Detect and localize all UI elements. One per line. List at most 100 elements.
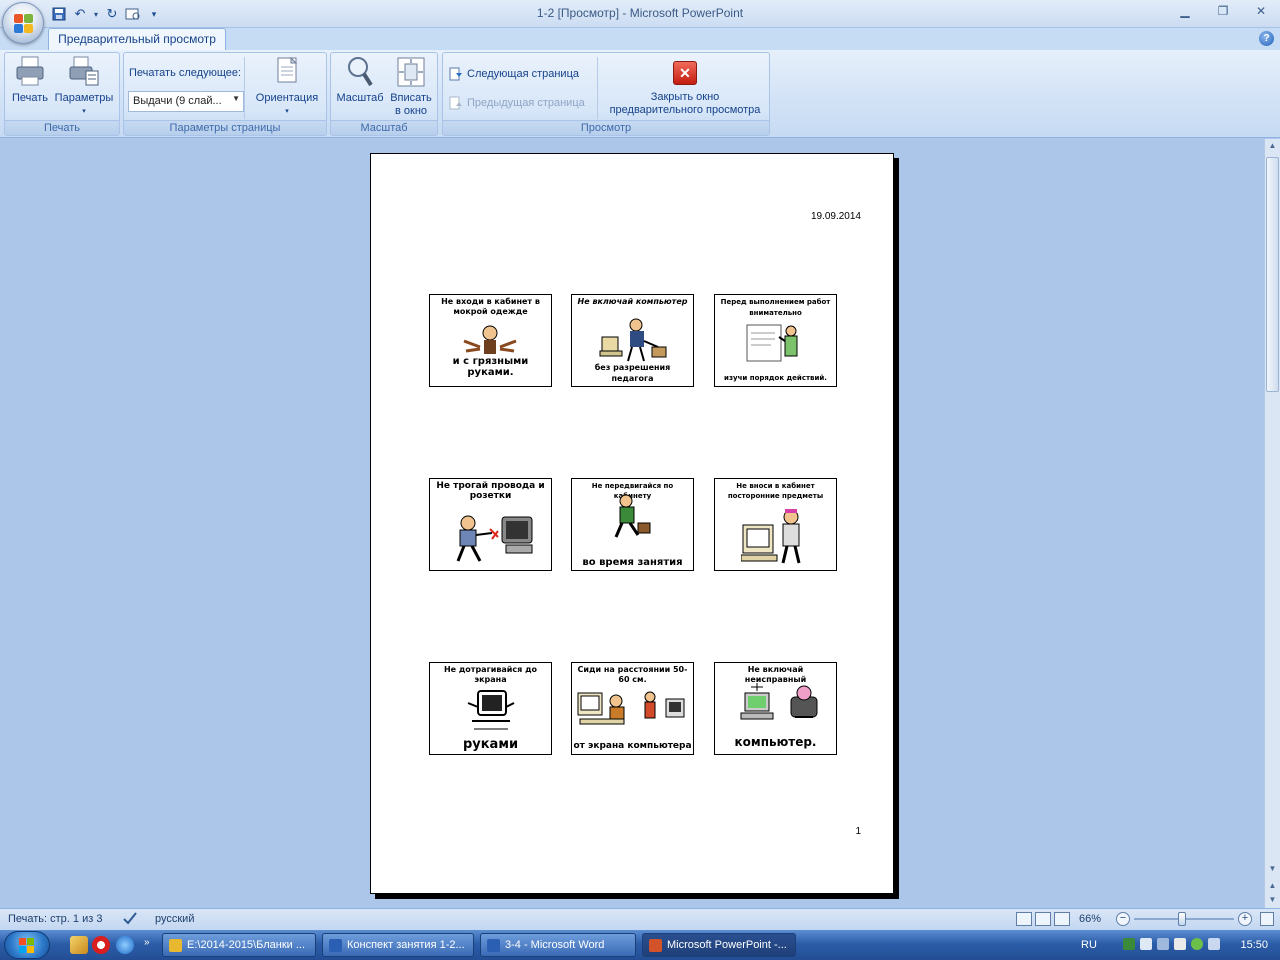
print-what-label: Печатать следующее: xyxy=(129,67,241,79)
printer-icon xyxy=(14,55,46,89)
group-page-setup-label: Параметры страницы xyxy=(124,120,326,135)
taskbar-item-powerpoint[interactable]: Microsoft PowerPoint -... xyxy=(642,933,796,957)
preview-area[interactable]: 19.09.2014 Не входи в кабинет в мокрой о… xyxy=(0,139,1264,908)
next-page-button[interactable]: Следующая страница xyxy=(449,67,579,81)
printer-settings-icon xyxy=(68,55,100,89)
slide-illustration xyxy=(741,509,801,564)
orientation-icon xyxy=(271,55,303,89)
fit-window-label-1: Вписать xyxy=(390,92,432,104)
ribbon-tab-row: Предварительный просмотр ? xyxy=(0,28,1280,50)
slide-sorter-icon[interactable] xyxy=(1035,912,1051,926)
handout-slide-8: Сиди на расстоянии 50-60 см. от экрана к… xyxy=(571,662,694,755)
slide-caption: без разрешения педагога xyxy=(594,363,671,383)
group-zoom: Масштаб Вписать в окно Масштаб xyxy=(330,52,438,136)
prev-page-button[interactable]: Предыдущая страница xyxy=(449,96,585,110)
zoom-slider[interactable]: − + xyxy=(1116,912,1252,926)
vertical-scrollbar[interactable]: ▲ ▼ ▲ ▼ xyxy=(1264,139,1280,908)
slide-title: Не входи в кабинет в мокрой одежде xyxy=(441,297,540,316)
separator xyxy=(597,57,598,119)
word-icon xyxy=(329,939,342,952)
slide-illustration xyxy=(463,325,517,354)
restore-icon[interactable]: ❐ xyxy=(1204,0,1242,22)
zoom-percent[interactable]: 66% xyxy=(1079,913,1101,925)
print-what-value: Выдачи (9 слай... xyxy=(133,95,222,107)
zoom-track[interactable] xyxy=(1134,912,1234,926)
scroll-up-icon[interactable]: ▲ xyxy=(1265,139,1280,153)
handout-slide-3: Перед выполнением работ внимательно изуч… xyxy=(714,294,837,387)
tray-volume-icon[interactable] xyxy=(1174,938,1186,950)
slide-title: Не трогай провода и розетки xyxy=(436,481,545,501)
group-preview: Следующая страница Предыдущая страница ✕… xyxy=(442,52,770,136)
fit-window-button[interactable]: Вписать в окно xyxy=(387,55,435,118)
orientation-label: Ориентация xyxy=(255,92,319,104)
quicklaunch-opera-icon[interactable] xyxy=(92,936,110,954)
zoom-label: Масштаб xyxy=(336,92,384,104)
zoom-button[interactable]: Масштаб xyxy=(335,55,385,105)
tray-network-icon[interactable] xyxy=(1123,938,1135,950)
taskbar-item-explorer[interactable]: E:\2014-2015\Бланки ... xyxy=(162,933,316,957)
close-preview-icon: ✕ xyxy=(673,61,697,85)
tray-update-icon[interactable] xyxy=(1208,938,1220,950)
handout-slide-9: Не включай неисправный компьютер. xyxy=(714,662,837,755)
taskbar-item-word-1[interactable]: Конспект занятия 1-2... xyxy=(322,933,474,957)
title-bar: ↶ ▾ ↻ ▾ 1-2 [Просмотр] - Microsoft Power… xyxy=(0,0,1280,28)
page-up-icon[interactable]: ▲ xyxy=(1265,879,1280,893)
group-print-label: Печать xyxy=(5,120,119,135)
slide-caption: от экрана компьютера xyxy=(573,741,692,751)
slide-caption: во время занятия xyxy=(582,557,683,568)
zoom-in-icon[interactable]: + xyxy=(1238,912,1252,926)
quicklaunch-more-icon[interactable]: » xyxy=(144,937,150,948)
slide-caption: и с грязными руками. xyxy=(452,356,529,378)
tray-display-icon[interactable] xyxy=(1140,938,1152,950)
print-page: 19.09.2014 Не входи в кабинет в мокрой о… xyxy=(370,153,894,894)
status-page-info: Печать: стр. 1 из 3 xyxy=(8,913,103,925)
task-label: 3-4 - Microsoft Word xyxy=(505,939,605,951)
scroll-down-icon[interactable]: ▼ xyxy=(1265,862,1280,876)
spellcheck-icon[interactable] xyxy=(122,911,138,928)
chevron-down-icon: ▾ xyxy=(82,108,86,115)
slide-caption: компьютер. xyxy=(734,735,817,749)
page-number: 1 xyxy=(855,826,861,837)
slide-caption: изучи порядок действий. xyxy=(724,374,827,382)
slide-title: Перед выполнением работ внимательно xyxy=(720,298,831,317)
close-preview-label-1: Закрыть окно xyxy=(650,91,720,103)
zoom-knob[interactable] xyxy=(1178,912,1186,926)
status-language[interactable]: русский xyxy=(155,913,194,925)
task-label: Конспект занятия 1-2... xyxy=(347,939,465,951)
tray-devices-icon[interactable] xyxy=(1157,938,1169,950)
page-down-icon[interactable]: ▼ xyxy=(1265,893,1280,907)
quicklaunch-ie-icon[interactable] xyxy=(116,936,134,954)
normal-view-icon[interactable] xyxy=(1016,912,1032,926)
slideshow-icon[interactable] xyxy=(1054,912,1070,926)
tray-clock[interactable]: 15:50 xyxy=(1240,939,1268,951)
close-icon[interactable]: ✕ xyxy=(1242,0,1280,22)
print-params-button[interactable]: Параметры ▾ xyxy=(53,55,115,118)
taskbar-item-word-2[interactable]: 3-4 - Microsoft Word xyxy=(480,933,636,957)
slide-caption: руками xyxy=(462,737,519,752)
group-print: Печать Параметры ▾ Печать xyxy=(4,52,120,136)
help-icon[interactable]: ? xyxy=(1259,31,1274,46)
zoom-out-icon[interactable]: − xyxy=(1116,912,1130,926)
tray-language[interactable]: RU xyxy=(1081,939,1097,951)
slide-illustration xyxy=(467,690,515,730)
minimize-icon[interactable]: ▁ xyxy=(1166,0,1204,22)
print-what-dropdown[interactable]: Выдачи (9 слай... ▼ xyxy=(128,91,244,112)
fit-slide-icon[interactable] xyxy=(1260,912,1274,926)
slide-illustration xyxy=(577,691,685,725)
start-button[interactable] xyxy=(4,931,50,959)
slide-title: Не вноси в кабинет посторонние предметы xyxy=(727,482,824,500)
handout-slide-6: Не вноси в кабинет посторонние предметы xyxy=(714,478,837,571)
next-page-label: Следующая страница xyxy=(467,68,579,80)
folder-icon xyxy=(169,939,182,952)
prev-page-label: Предыдущая страница xyxy=(467,97,585,109)
scrollbar-thumb[interactable] xyxy=(1266,157,1279,392)
slide-title: Сиди на расстоянии 50-60 см. xyxy=(577,665,688,684)
office-button[interactable] xyxy=(2,2,44,44)
close-preview-button[interactable]: ✕ Закрыть окно предварительного просмотр… xyxy=(603,61,767,117)
quicklaunch-editor-icon[interactable] xyxy=(70,936,88,954)
orientation-button[interactable]: Ориентация ▾ xyxy=(250,55,324,118)
tab-print-preview[interactable]: Предварительный просмотр xyxy=(48,28,226,50)
window-title: 1-2 [Просмотр] - Microsoft PowerPoint xyxy=(536,6,744,20)
tray-antivirus-icon[interactable] xyxy=(1191,938,1203,950)
print-button[interactable]: Печать xyxy=(9,55,51,105)
